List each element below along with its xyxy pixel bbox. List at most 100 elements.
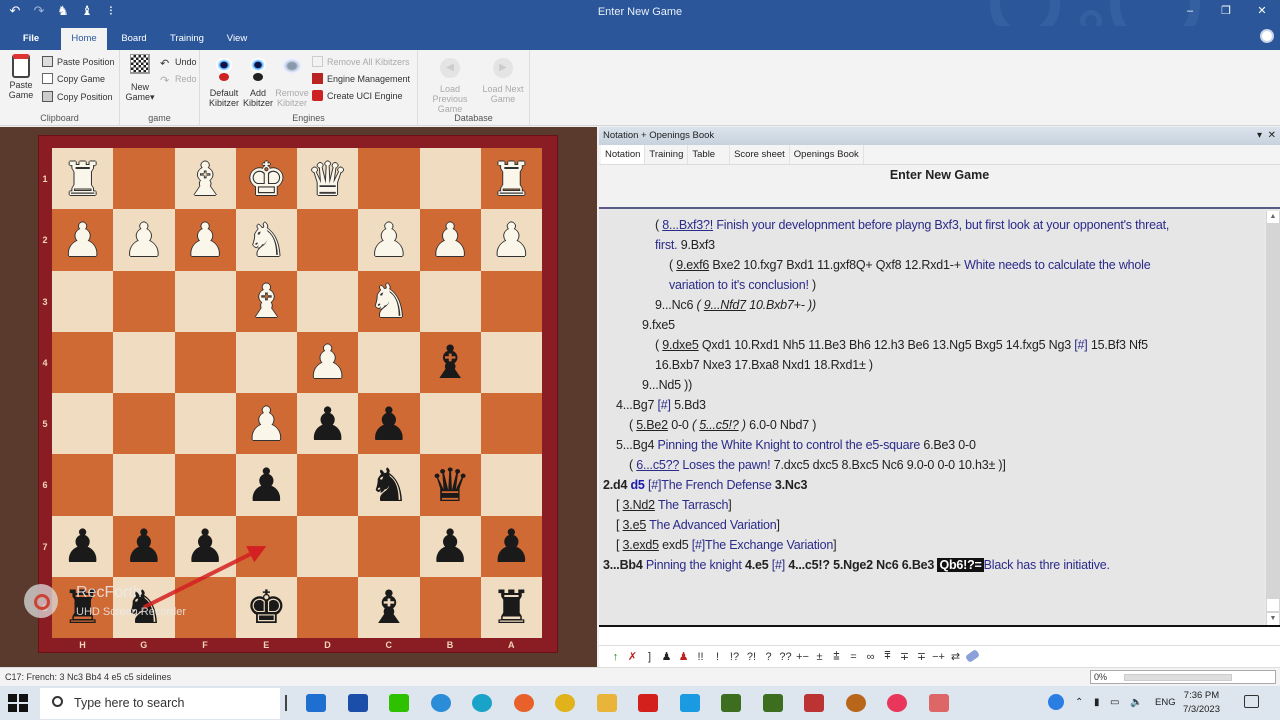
move-comment[interactable]: [#] xyxy=(1074,338,1088,352)
notation-line[interactable]: ( 9.dxe5 Qxd1 10.Rxd1 Nh5 11.Be3 Bh6 12.… xyxy=(655,338,1148,352)
square-h6[interactable] xyxy=(52,454,114,516)
snipping-taskbar-icon[interactable] xyxy=(928,694,949,712)
square-c3[interactable]: ♞ xyxy=(358,270,420,332)
square-c6[interactable]: ♞ xyxy=(358,454,420,516)
square-g1[interactable] xyxy=(113,148,175,210)
chrome-taskbar-icon[interactable] xyxy=(555,694,575,712)
move-text[interactable]: 9.Bxf3 xyxy=(677,238,715,252)
move-comment[interactable]: The French Defense xyxy=(661,478,772,492)
annotation-symbol-button[interactable]: ? xyxy=(760,651,777,663)
square-f7[interactable]: ♟ xyxy=(174,515,236,577)
square-f3[interactable] xyxy=(174,270,236,332)
square-d2[interactable] xyxy=(297,209,359,271)
notation-scrollbar[interactable]: ▲ ▼ xyxy=(1266,211,1280,625)
white-knight-piece[interactable]: ♞ xyxy=(368,278,409,324)
square-a7[interactable]: ♟ xyxy=(480,515,542,577)
black-king-piece[interactable]: ♚ xyxy=(246,584,287,630)
acrobat-taskbar-icon[interactable] xyxy=(638,694,658,712)
square-f4[interactable] xyxy=(174,331,236,393)
black-bishop-piece[interactable]: ♝ xyxy=(368,584,409,630)
move-text[interactable]: 7.dxc5 dxc5 8.Bxc5 Nc6 9.0-0 0-0 10.h3± … xyxy=(770,458,1006,472)
move-text[interactable]: ( xyxy=(696,298,703,312)
move-text[interactable]: 9.dxe5 xyxy=(662,338,699,352)
square-b5[interactable] xyxy=(419,393,481,455)
move-comment[interactable]: Finish your developnment before playng B… xyxy=(713,218,1169,232)
load-next-game-button[interactable]: ▶ Load Next Game xyxy=(480,54,526,104)
move-text[interactable]: 6.Be3 xyxy=(902,558,935,572)
square-e7[interactable] xyxy=(235,515,297,577)
white-queen-piece[interactable]: ♛ xyxy=(307,156,348,202)
tab-table[interactable]: Table xyxy=(688,145,731,164)
annotation-symbol-button[interactable]: ↑ xyxy=(607,651,624,663)
square-g3[interactable] xyxy=(113,270,175,332)
annotation-symbol-button[interactable]: ∓ xyxy=(913,650,930,663)
annotation-symbol-button[interactable]: +− xyxy=(794,651,811,663)
move-text[interactable]: 9...Nc6 xyxy=(655,298,696,312)
white-rook-piece[interactable]: ♜ xyxy=(62,156,103,202)
white-bishop-piece[interactable]: ♝ xyxy=(185,156,226,202)
move-text[interactable]: 5...Bg4 xyxy=(616,438,658,452)
annotation-symbol-button[interactable]: −+ xyxy=(930,651,947,663)
white-pawn-piece[interactable]: ♟ xyxy=(491,217,532,263)
square-d3[interactable] xyxy=(297,270,359,332)
copy-position-button[interactable]: Copy Position xyxy=(42,89,113,105)
scroll-down-icon[interactable]: ▼ xyxy=(1267,613,1279,625)
network-icon[interactable]: ▭ xyxy=(1110,686,1119,720)
file-explorer-taskbar-icon[interactable] xyxy=(596,694,617,712)
white-pawn-piece[interactable]: ♟ xyxy=(185,217,226,263)
annotation-symbol-button[interactable]: ⩱ xyxy=(879,650,896,663)
eraser-icon[interactable] xyxy=(964,648,981,663)
black-knight-piece[interactable]: ♞ xyxy=(368,462,409,508)
move-comment[interactable]: The Tarrasch xyxy=(655,498,729,512)
skype-taskbar-icon[interactable] xyxy=(679,694,700,712)
black-pawn-piece[interactable]: ♟ xyxy=(491,523,532,569)
square-e6[interactable]: ♟ xyxy=(235,454,297,516)
move-text[interactable]: 4.e5 xyxy=(745,558,769,572)
move-comment[interactable]: Black has thre initiative. xyxy=(984,558,1110,572)
square-g2[interactable]: ♟ xyxy=(113,209,175,271)
notation-line[interactable]: ( 8...Bxf3?! Finish your developnment be… xyxy=(655,218,1169,232)
square-c8[interactable]: ♝ xyxy=(358,576,420,638)
square-b7[interactable]: ♟ xyxy=(419,515,481,577)
pane-menu-icon[interactable]: ▾ xyxy=(1257,130,1262,141)
tab-home[interactable]: Home xyxy=(61,28,107,50)
notation-line[interactable]: ( 5.Be2 0-0 ( 5...c5!? ) 6.0-0 Nbd7 ) xyxy=(629,418,816,432)
pane-close-icon[interactable]: ✕ xyxy=(1268,130,1276,141)
annotation-symbol-button[interactable]: ✗ xyxy=(624,650,641,663)
square-f2[interactable]: ♟ xyxy=(174,209,236,271)
square-b3[interactable] xyxy=(419,270,481,332)
move-text[interactable]: 15.Bf3 Nf5 xyxy=(1088,338,1148,352)
square-a5[interactable] xyxy=(480,393,542,455)
move-text[interactable]: 0-0 xyxy=(668,418,692,432)
notation-body[interactable]: ( 8...Bxf3?! Finish your developnment be… xyxy=(599,211,1264,625)
move-text[interactable]: d5 xyxy=(631,478,645,492)
copy-game-button[interactable]: Copy Game xyxy=(42,71,105,87)
move-text[interactable]: ) xyxy=(809,278,816,292)
taskbar-search[interactable]: Type here to search xyxy=(40,688,280,719)
annotation-symbol-button[interactable]: !! xyxy=(692,651,709,663)
move-text[interactable]: 10.Bxb7+- )) xyxy=(746,298,816,312)
create-uci-engine-button[interactable]: Create UCI Engine xyxy=(312,88,403,104)
square-b6[interactable]: ♛ xyxy=(419,454,481,516)
white-king-piece[interactable]: ♚ xyxy=(246,156,287,202)
notification-icon[interactable] xyxy=(1244,695,1259,708)
tab-view[interactable]: View xyxy=(220,28,254,50)
edge-taskbar-icon[interactable] xyxy=(472,694,492,712)
move-text[interactable]: exd5 xyxy=(659,538,692,552)
square-g6[interactable] xyxy=(113,454,175,516)
square-f5[interactable] xyxy=(174,393,236,455)
square-e4[interactable] xyxy=(235,331,297,393)
notation-line[interactable]: [ 3.exd5 exd5 [#]The Exchange Variation] xyxy=(616,538,837,552)
move-text[interactable]: ] xyxy=(777,518,781,532)
square-h5[interactable] xyxy=(52,393,114,455)
show-hidden-icons[interactable]: ⌃ xyxy=(1075,686,1083,720)
move-text[interactable]: 6.Be3 0-0 xyxy=(920,438,976,452)
tab-notation[interactable]: Notation xyxy=(601,145,646,164)
square-g7[interactable]: ♟ xyxy=(113,515,175,577)
fritz-reader-2-taskbar-icon[interactable] xyxy=(762,694,783,712)
annotation-symbol-button[interactable]: ?? xyxy=(777,651,794,663)
move-text[interactable]: ) xyxy=(739,418,746,432)
notation-line[interactable]: 4...Bg7 [#] 5.Bd3 xyxy=(616,398,706,412)
annotation-symbol-button[interactable]: !? xyxy=(726,651,743,663)
tab-openings-book[interactable]: Openings Book xyxy=(790,145,864,164)
